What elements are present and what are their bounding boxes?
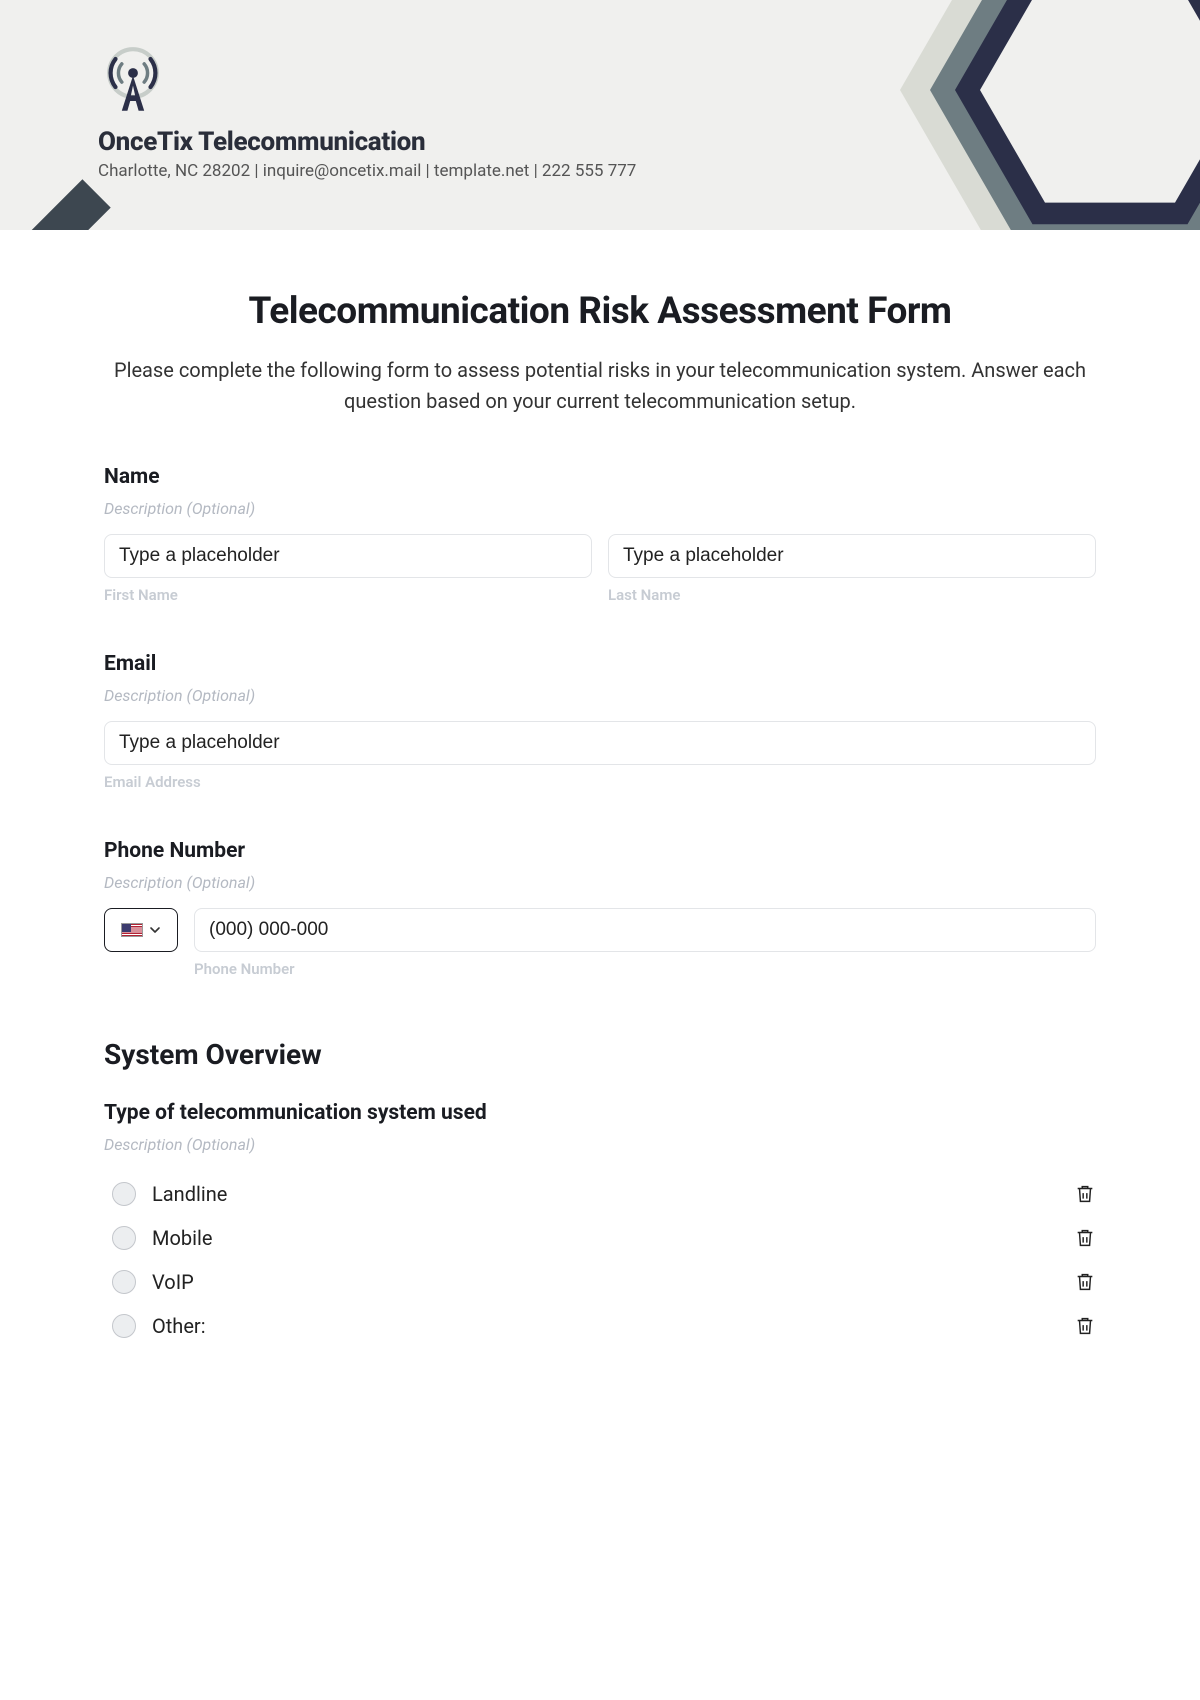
company-contact-line: Charlotte, NC 28202 | inquire@oncetix.ma…	[98, 161, 636, 181]
trash-icon[interactable]	[1074, 1271, 1096, 1293]
radio-button[interactable]	[112, 1226, 136, 1250]
trash-icon[interactable]	[1074, 1315, 1096, 1337]
company-name: OnceTix Telecommunication	[98, 127, 636, 157]
hexagon-decoration	[900, 0, 1200, 230]
corner-stripe	[0, 179, 111, 230]
last-name-sublabel: Last Name	[608, 586, 1096, 604]
system-overview-heading: System Overview	[104, 1038, 1096, 1071]
email-sublabel: Email Address	[104, 773, 1096, 791]
radio-item: Other:	[104, 1304, 1096, 1348]
first-name-input[interactable]	[104, 534, 592, 578]
form-description: Please complete the following form to as…	[104, 355, 1096, 417]
name-field-group: Name Description (Optional) First Name L…	[104, 465, 1096, 604]
phone-sublabel: Phone Number	[194, 960, 1096, 978]
form-content: Telecommunication Risk Assessment Form P…	[0, 230, 1200, 1388]
system-type-field-group: Type of telecommunication system used De…	[104, 1101, 1096, 1348]
radio-label[interactable]: Mobile	[152, 1226, 212, 1250]
us-flag-icon	[121, 923, 143, 937]
chevron-down-icon	[149, 924, 161, 936]
radio-label[interactable]: VoIP	[152, 1270, 194, 1294]
email-description[interactable]: Description (Optional)	[104, 686, 1096, 705]
antenna-tower-icon	[98, 45, 168, 115]
radio-item: VoIP	[104, 1260, 1096, 1304]
radio-item: Landline	[104, 1172, 1096, 1216]
trash-icon[interactable]	[1074, 1227, 1096, 1249]
phone-label: Phone Number	[104, 839, 1096, 863]
system-type-options: Landline Mobile VoIP	[104, 1172, 1096, 1348]
email-input[interactable]	[104, 721, 1096, 765]
radio-label[interactable]: Other:	[152, 1314, 206, 1338]
system-type-label: Type of telecommunication system used	[104, 1101, 1096, 1125]
phone-description[interactable]: Description (Optional)	[104, 873, 1096, 892]
country-code-selector[interactable]	[104, 908, 178, 952]
page-header: OnceTix Telecommunication Charlotte, NC …	[0, 0, 1200, 230]
logo-block: OnceTix Telecommunication Charlotte, NC …	[98, 45, 636, 181]
trash-icon[interactable]	[1074, 1183, 1096, 1205]
phone-field-group: Phone Number Description (Optional) Phon…	[104, 839, 1096, 978]
name-label: Name	[104, 465, 1096, 489]
name-description[interactable]: Description (Optional)	[104, 499, 1096, 518]
email-label: Email	[104, 652, 1096, 676]
email-field-group: Email Description (Optional) Email Addre…	[104, 652, 1096, 791]
radio-label[interactable]: Landline	[152, 1182, 227, 1206]
system-type-description[interactable]: Description (Optional)	[104, 1135, 1096, 1154]
radio-button[interactable]	[112, 1314, 136, 1338]
phone-input[interactable]	[194, 908, 1096, 952]
radio-button[interactable]	[112, 1182, 136, 1206]
last-name-input[interactable]	[608, 534, 1096, 578]
radio-button[interactable]	[112, 1270, 136, 1294]
form-title: Telecommunication Risk Assessment Form	[104, 290, 1096, 333]
first-name-sublabel: First Name	[104, 586, 592, 604]
radio-item: Mobile	[104, 1216, 1096, 1260]
